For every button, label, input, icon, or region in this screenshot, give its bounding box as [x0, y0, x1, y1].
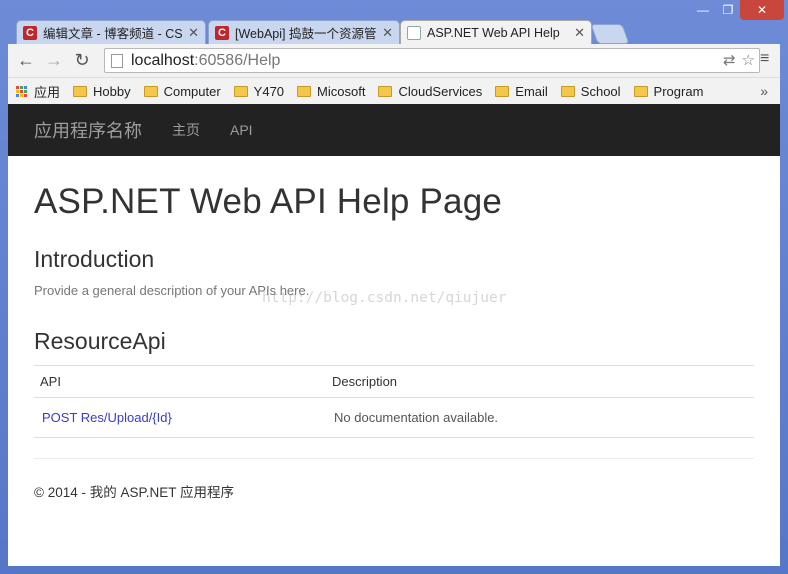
tab-help-page[interactable]: ASP.NET Web API Help ✕: [400, 20, 592, 44]
column-header-api: API: [34, 365, 326, 398]
bookmarks-overflow-button[interactable]: »: [760, 83, 768, 99]
bookmark-label: School: [580, 83, 621, 99]
column-header-description: Description: [326, 365, 754, 398]
bookmark-label: Y470: [253, 83, 285, 99]
close-icon[interactable]: ✕: [574, 25, 585, 41]
nav-home-link[interactable]: 主页: [172, 120, 200, 140]
new-tab-button[interactable]: [590, 24, 630, 44]
bookmark-program[interactable]: Program: [633, 83, 704, 99]
bookmark-label: Hobby: [93, 83, 131, 99]
url-path: :60586/Help: [194, 51, 281, 69]
tab-title: [WebApi] 捣鼓一个资源管: [235, 27, 377, 41]
translate-icon[interactable]: ⇄: [723, 51, 736, 69]
bookmark-cloudservices[interactable]: CloudServices: [378, 84, 482, 99]
reload-button[interactable]: ↻: [68, 47, 96, 75]
folder-icon: [73, 85, 88, 97]
url-host: localhost: [131, 51, 195, 69]
bookmark-micosoft[interactable]: Micosoft: [297, 84, 365, 99]
divider: [34, 458, 754, 459]
api-cell: POST Res/Upload/{Id}: [34, 397, 326, 438]
bookmark-label: Micosoft: [317, 83, 366, 99]
page-footer: © 2014 - 我的 ASP.NET 应用程序: [34, 485, 235, 500]
introduction-text: Provide a general description of your AP…: [34, 283, 310, 298]
folder-icon: [560, 85, 575, 97]
site-navbar: 应用程序名称 主页 API: [8, 104, 780, 156]
resource-heading: ResourceApi: [34, 328, 166, 354]
bookmark-computer[interactable]: Computer: [143, 83, 221, 99]
apps-icon: [16, 85, 27, 97]
bookmark-label: Computer: [163, 83, 221, 99]
folder-icon: [143, 85, 158, 97]
page-viewport: 应用程序名称 主页 API http://blog.csdn.net/qiuju…: [8, 104, 780, 566]
csdn-icon: C: [23, 25, 37, 40]
folder-icon: [233, 85, 248, 97]
folder-icon: [495, 85, 510, 97]
tab-webapi-article[interactable]: C [WebApi] 捣鼓一个资源管 ✕: [208, 20, 400, 44]
table-row: POST Res/Upload/{Id} No documentation av…: [34, 397, 754, 438]
browser-window: — ❐ ✕ C 编辑文章 - 博客频道 - CS ✕ C [WebApi] 捣鼓…: [0, 0, 788, 574]
bookmark-label: Email: [515, 83, 548, 99]
csdn-icon: C: [215, 25, 229, 40]
bookmark-y470[interactable]: Y470: [233, 83, 285, 99]
bookmark-label: Program: [653, 83, 704, 99]
bookmark-apps[interactable]: 应用: [16, 82, 60, 101]
tab-strip: C 编辑文章 - 博客频道 - CS ✕ C [WebApi] 捣鼓一个资源管 …: [0, 0, 788, 44]
tab-title: 编辑文章 - 博客频道 - CS: [43, 27, 183, 41]
tab-title: ASP.NET Web API Help: [427, 25, 560, 40]
folder-icon: [633, 85, 648, 97]
bookmark-label: 应用: [34, 84, 61, 100]
page-icon: [407, 25, 421, 40]
close-icon[interactable]: ✕: [188, 25, 199, 41]
address-bar[interactable]: localhost:60586/Help ⇄ ☆: [104, 48, 760, 73]
nav-api-link[interactable]: API: [230, 122, 253, 138]
api-link[interactable]: POST Res/Upload/{Id}: [42, 410, 172, 425]
main-content: ASP.NET Web API Help Page Introduction P…: [34, 156, 754, 501]
table-header-row: API Description: [34, 365, 754, 398]
folder-icon: [378, 85, 393, 97]
menu-icon[interactable]: ≡: [760, 50, 776, 68]
page-icon: [111, 53, 123, 68]
browser-toolbar: ← → ↻ localhost:60586/Help ⇄ ☆ ≡: [8, 44, 780, 78]
introduction-heading: Introduction: [34, 246, 155, 272]
description-cell: No documentation available.: [326, 397, 754, 438]
tab-edit-article[interactable]: C 编辑文章 - 博客频道 - CS ✕: [16, 20, 206, 44]
back-button[interactable]: ←: [12, 47, 40, 75]
bookmark-email[interactable]: Email: [495, 84, 548, 99]
bookmarks-bar: 应用 Hobby Computer Y470 Micosoft CloudSer…: [8, 78, 780, 104]
folder-icon: [297, 85, 312, 97]
bookmark-hobby[interactable]: Hobby: [73, 84, 131, 99]
bookmark-school[interactable]: School: [560, 83, 621, 99]
close-icon[interactable]: ✕: [382, 25, 393, 41]
bookmark-label: CloudServices: [398, 83, 483, 99]
forward-button[interactable]: →: [40, 47, 68, 75]
bookmark-star-icon[interactable]: ☆: [742, 51, 755, 69]
site-brand-link[interactable]: 应用程序名称: [34, 117, 142, 143]
page-title: ASP.NET Web API Help Page: [34, 182, 503, 221]
api-table: API Description POST Res/Upload/{Id} No …: [34, 365, 754, 438]
